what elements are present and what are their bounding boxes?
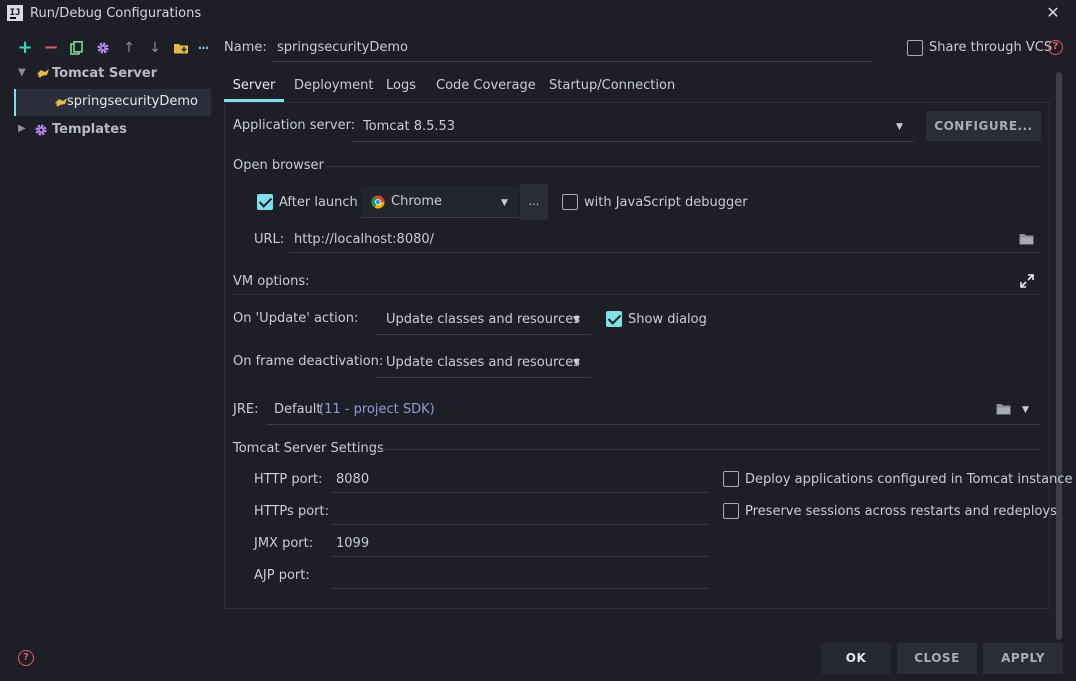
deploy-configured-checkbox[interactable] bbox=[723, 471, 739, 487]
intellij-logo-icon: IJ bbox=[7, 5, 23, 21]
chrome-icon bbox=[371, 195, 385, 213]
jre-select[interactable]: Default (11 - project SDK) ▼ bbox=[267, 395, 1040, 425]
https-port-label: HTTPs port: bbox=[254, 504, 329, 519]
folder-icon[interactable] bbox=[996, 403, 1011, 419]
remove-icon[interactable]: − bbox=[42, 39, 60, 57]
js-debugger-checkbox[interactable] bbox=[562, 194, 578, 210]
tab-deployment[interactable]: Deployment bbox=[294, 72, 374, 102]
tab-logs[interactable]: Logs bbox=[386, 72, 416, 102]
tree-group-tomcat-server[interactable]: ▼ Tomcat Server bbox=[14, 62, 211, 88]
jmx-port-input[interactable]: 1099 bbox=[332, 530, 708, 557]
browser-value: Chrome bbox=[391, 194, 442, 209]
name-label: Name: bbox=[224, 40, 267, 55]
share-help-icon[interactable]: ? bbox=[1048, 40, 1063, 55]
tree-item-springsecuritydemo[interactable]: springsecurityDemo bbox=[14, 89, 211, 116]
browser-select[interactable]: Chrome ▼ bbox=[361, 186, 519, 218]
chevron-down-icon: ▼ bbox=[573, 315, 580, 325]
browse-browser-button[interactable]: ... bbox=[520, 184, 548, 220]
update-action-label: On 'Update' action: bbox=[233, 311, 359, 326]
app-server-value: Tomcat 8.5.53 bbox=[363, 119, 456, 134]
settings-icon[interactable] bbox=[94, 39, 112, 57]
tab-server[interactable]: Server bbox=[224, 72, 284, 102]
ajp-port-label: AJP port: bbox=[254, 568, 310, 583]
copy-icon[interactable] bbox=[68, 39, 86, 57]
tomcat-icon bbox=[36, 67, 50, 83]
app-server-select[interactable]: Tomcat 8.5.53 ▼ bbox=[352, 112, 914, 142]
preserve-sessions-label: Preserve sessions across restarts and re… bbox=[745, 504, 1057, 519]
jre-label: JRE: bbox=[233, 402, 259, 417]
show-dialog-checkbox[interactable] bbox=[606, 311, 622, 327]
chevron-down-icon[interactable]: ▼ bbox=[1022, 405, 1029, 415]
show-dialog-label: Show dialog bbox=[628, 312, 707, 327]
chevron-right-icon[interactable]: ▶ bbox=[18, 123, 26, 134]
logo-text: IJ bbox=[9, 8, 21, 18]
scrollbar[interactable] bbox=[1056, 72, 1062, 640]
ok-button[interactable]: OK bbox=[821, 643, 891, 674]
tree-group-templates[interactable]: ▶ Templates bbox=[14, 118, 211, 144]
help-icon[interactable]: ? bbox=[18, 650, 34, 666]
after-launch-label: After launch bbox=[279, 195, 358, 210]
ajp-port-input[interactable] bbox=[332, 562, 708, 589]
add-icon[interactable]: + bbox=[16, 39, 34, 57]
app-server-label: Application server: bbox=[233, 118, 356, 133]
chevron-down-icon: ▼ bbox=[501, 198, 508, 208]
folder-add-icon[interactable] bbox=[172, 39, 190, 57]
vm-options-input[interactable] bbox=[233, 266, 1040, 295]
move-up-icon[interactable]: ↑ bbox=[120, 39, 138, 57]
tomcat-settings-title: Tomcat Server Settings bbox=[233, 441, 384, 456]
url-input[interactable]: http://localhost:8080/ bbox=[289, 226, 1040, 253]
tab-startup-connection[interactable]: Startup/Connection bbox=[549, 72, 675, 102]
url-value: http://localhost:8080/ bbox=[294, 232, 435, 247]
jre-hint: (11 - project SDK) bbox=[319, 402, 435, 417]
jmx-port-value: 1099 bbox=[336, 536, 370, 551]
more-icon[interactable]: ··· bbox=[194, 39, 212, 57]
move-down-icon[interactable]: ↓ bbox=[146, 39, 164, 57]
close-window-button[interactable]: ✕ bbox=[1043, 3, 1063, 23]
templates-label: Templates bbox=[52, 122, 127, 137]
tomcat-config-icon bbox=[54, 96, 68, 112]
deploy-configured-label: Deploy applications configured in Tomcat… bbox=[745, 472, 1073, 487]
configure-button[interactable]: CONFIGURE... bbox=[926, 111, 1041, 141]
js-debugger-label: with JavaScript debugger bbox=[584, 195, 748, 210]
window-title: Run/Debug Configurations bbox=[30, 6, 202, 21]
frame-deactivation-value: Update classes and resources bbox=[386, 355, 580, 370]
update-action-select[interactable]: Update classes and resources ▼ bbox=[376, 305, 591, 335]
frame-deactivation-select[interactable]: Update classes and resources ▼ bbox=[376, 348, 591, 378]
after-launch-checkbox[interactable] bbox=[257, 194, 273, 210]
name-input-value: springsecurityDemo bbox=[277, 40, 409, 55]
tab-bar: Server Deployment Logs Code Coverage Sta… bbox=[224, 72, 1050, 102]
jmx-port-label: JMX port: bbox=[254, 536, 314, 551]
apply-button[interactable]: APPLY bbox=[983, 643, 1063, 674]
tree-item-label: springsecurityDemo bbox=[67, 94, 199, 109]
open-browser-divider bbox=[325, 166, 1040, 167]
http-port-value: 8080 bbox=[336, 472, 370, 487]
tomcat-settings-divider bbox=[375, 449, 1040, 450]
tab-code-coverage[interactable]: Code Coverage bbox=[436, 72, 536, 102]
jre-value: Default bbox=[274, 402, 322, 417]
expand-icon[interactable] bbox=[1020, 274, 1034, 292]
chevron-down-icon: ▼ bbox=[896, 122, 903, 132]
name-input[interactable]: springsecurityDemo bbox=[272, 34, 872, 62]
close-button[interactable]: CLOSE bbox=[897, 643, 977, 674]
https-port-input[interactable] bbox=[332, 498, 708, 525]
share-vcs-label: Share through VCS bbox=[929, 40, 1053, 55]
preserve-sessions-checkbox[interactable] bbox=[723, 503, 739, 519]
tree-group-label: Tomcat Server bbox=[52, 66, 158, 81]
folder-icon[interactable] bbox=[1019, 233, 1034, 249]
url-label: URL: bbox=[254, 232, 285, 247]
chevron-down-icon: ▼ bbox=[573, 358, 580, 368]
share-vcs-checkbox[interactable] bbox=[907, 40, 923, 56]
frame-deactivation-label: On frame deactivation: bbox=[233, 354, 384, 369]
update-action-value: Update classes and resources bbox=[386, 312, 580, 327]
templates-settings-icon bbox=[34, 123, 48, 141]
open-browser-title: Open browser bbox=[233, 158, 324, 173]
chevron-down-icon[interactable]: ▼ bbox=[18, 67, 26, 78]
http-port-input[interactable]: 8080 bbox=[332, 466, 708, 493]
http-port-label: HTTP port: bbox=[254, 472, 323, 487]
